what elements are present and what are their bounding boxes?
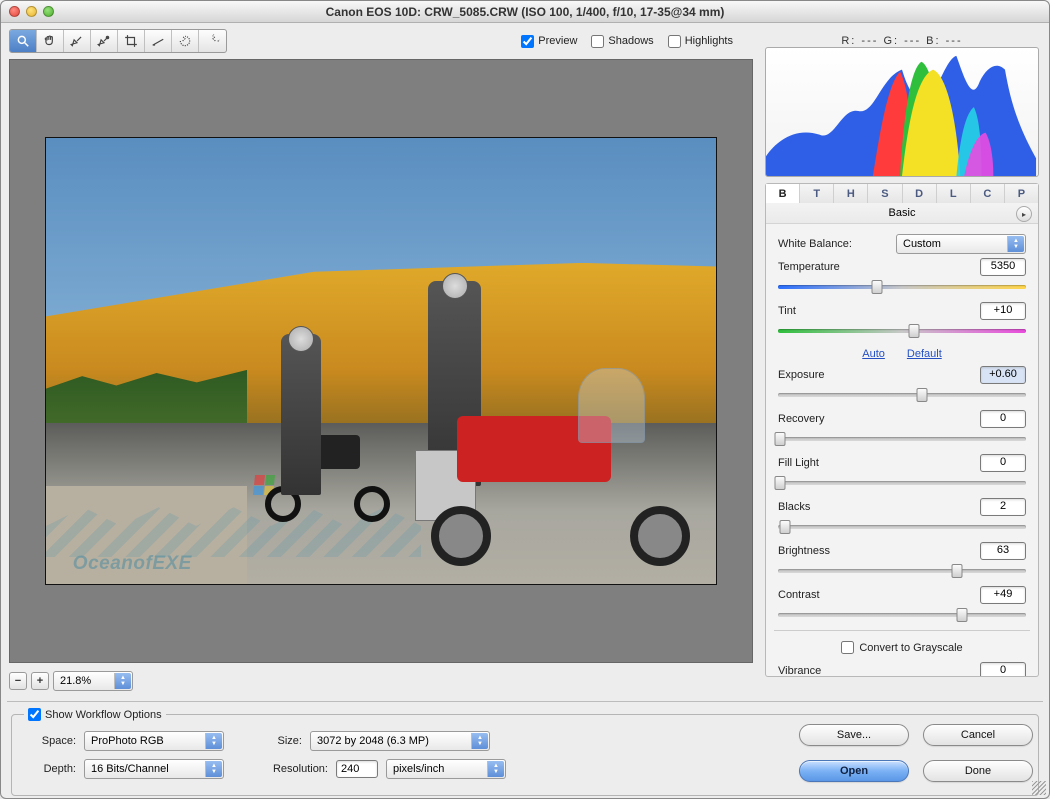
contrast-value[interactable]: +49 [980,586,1026,604]
size-label: Size: [264,735,302,747]
blacks-label: Blacks [778,501,810,513]
depth-label: Depth: [24,763,76,775]
auto-link[interactable]: Auto [862,348,885,360]
close-icon[interactable] [9,6,20,17]
white-balance-select[interactable]: Custom [896,234,1026,254]
temperature-slider[interactable] [778,280,1026,294]
blacks-slider[interactable] [778,520,1026,534]
camera-raw-window: Canon EOS 10D: CRW_5085.CRW (ISO 100, 1/… [0,0,1050,799]
save-button[interactable]: Save... [799,724,909,746]
fill-light-label: Fill Light [778,457,819,469]
tint-slider[interactable] [778,324,1026,338]
toolbox [9,29,227,53]
preview-checkbox[interactable]: Preview [521,35,577,48]
window-title: Canon EOS 10D: CRW_5085.CRW (ISO 100, 1/… [326,5,725,19]
vibrance-label: Vibrance [778,665,821,676]
blacks-value[interactable]: 2 [980,498,1026,516]
recovery-slider[interactable] [778,432,1026,446]
minimize-icon[interactable] [26,6,37,17]
space-select[interactable]: ProPhoto RGB [84,731,224,751]
histogram[interactable] [765,47,1039,177]
show-workflow-checkbox[interactable] [28,708,41,721]
tab-detail[interactable]: D [903,184,937,203]
highlights-checkbox[interactable]: Highlights [668,35,733,48]
white-balance-label: White Balance: [778,238,852,250]
brightness-value[interactable]: 63 [980,542,1026,560]
size-select[interactable]: 3072 by 2048 (6.3 MP) [310,731,490,751]
depth-select[interactable]: 16 Bits/Channel [84,759,224,779]
fill-light-slider[interactable] [778,476,1026,490]
exposure-slider[interactable] [778,388,1026,402]
panel-menu-icon[interactable]: ▸ [1016,206,1032,222]
zoom-tool[interactable] [10,30,37,52]
zoom-level-select[interactable]: 21.8% [53,671,133,691]
resolution-label: Resolution: [264,763,328,775]
rotate-ccw-icon[interactable] [172,30,199,52]
contrast-label: Contrast [778,589,820,601]
resolution-unit-select[interactable]: pixels/inch [386,759,506,779]
tint-label: Tint [778,305,796,317]
crop-tool[interactable] [118,30,145,52]
grayscale-label: Convert to Grayscale [859,642,962,654]
tint-value[interactable]: +10 [980,302,1026,320]
rotate-cw-icon[interactable] [199,30,226,52]
recovery-value[interactable]: 0 [980,410,1026,428]
watermark: OceanofEXE [73,553,192,575]
white-balance-tool[interactable] [64,30,91,52]
panel-title: Basic [889,207,916,219]
grayscale-checkbox[interactable] [841,641,854,654]
exposure-value[interactable]: +0.60 [980,366,1026,384]
space-label: Space: [24,735,76,747]
tab-calibration[interactable]: C [971,184,1005,203]
resolution-input[interactable] [336,760,378,778]
hand-tool[interactable] [37,30,64,52]
photo: OceanofEXE [45,137,717,585]
done-button[interactable]: Done [923,760,1033,782]
image-preview[interactable]: OceanofEXE [9,59,753,663]
shadows-checkbox[interactable]: Shadows [591,35,653,48]
tab-split[interactable]: S [868,184,902,203]
open-button[interactable]: Open [799,760,909,782]
fill-light-value[interactable]: 0 [980,454,1026,472]
straighten-tool[interactable] [145,30,172,52]
color-sampler-tool[interactable] [91,30,118,52]
tab-lens[interactable]: L [937,184,971,203]
zoom-in-button[interactable]: + [31,672,49,690]
resize-grip-icon[interactable] [1032,781,1046,795]
rgb-readout: R: --- G: --- B: --- [765,35,1039,47]
tab-hsl[interactable]: H [834,184,868,203]
tab-tone-curve[interactable]: T [800,184,834,203]
temperature-value[interactable]: 5350 [980,258,1026,276]
brightness-label: Brightness [778,545,830,557]
zoom-icon[interactable] [43,6,54,17]
vibrance-value[interactable]: 0 [980,662,1026,676]
tab-basic[interactable]: B [766,184,800,203]
temperature-label: Temperature [778,261,840,273]
panel-tabs: B T H S D L C P [765,183,1039,203]
recovery-label: Recovery [778,413,824,425]
default-link[interactable]: Default [907,348,942,360]
exposure-label: Exposure [778,369,824,381]
tab-presets[interactable]: P [1005,184,1038,203]
contrast-slider[interactable] [778,608,1026,622]
titlebar[interactable]: Canon EOS 10D: CRW_5085.CRW (ISO 100, 1/… [1,1,1049,23]
zoom-out-button[interactable]: − [9,672,27,690]
brightness-slider[interactable] [778,564,1026,578]
cancel-button[interactable]: Cancel [923,724,1033,746]
